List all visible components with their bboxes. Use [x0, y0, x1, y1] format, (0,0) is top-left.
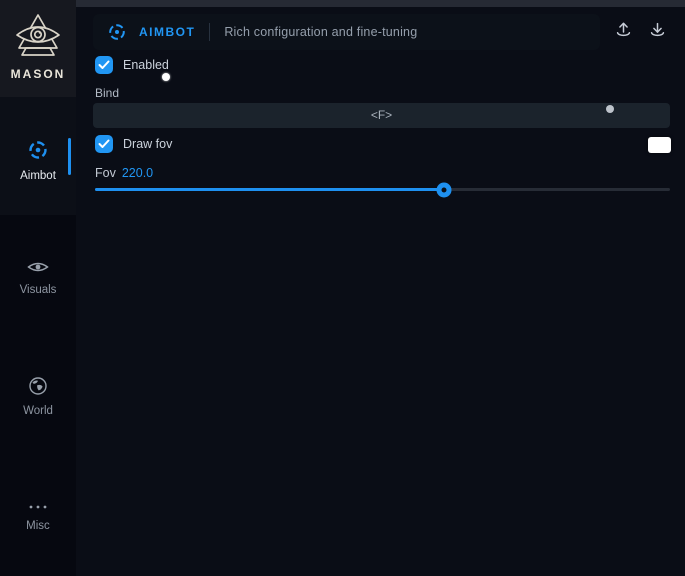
mouse-cursor-dot: [162, 73, 170, 81]
fov-slider-fill: [95, 188, 444, 191]
fov-value-row: Fov 220.0: [95, 166, 153, 180]
sidebar-item-label: Visuals: [0, 284, 76, 296]
bind-input-dot: [606, 105, 614, 113]
download-icon: [648, 20, 667, 44]
ellipsis-icon: [26, 498, 50, 515]
enabled-label: Enabled: [123, 58, 169, 72]
eye-icon: [27, 262, 49, 279]
check-icon: [98, 139, 110, 149]
bind-label: Bind: [95, 86, 119, 100]
fov-slider-handle[interactable]: [437, 182, 452, 197]
upload-config-button[interactable]: [611, 20, 635, 44]
check-icon: [98, 60, 110, 70]
fov-value: 220.0: [122, 166, 153, 180]
download-config-button[interactable]: [645, 20, 669, 44]
content-background: [76, 7, 685, 576]
sidebar-item-label: Misc: [0, 520, 76, 532]
sidebar-item-label: Aimbot: [0, 170, 76, 182]
fov-label: Fov: [95, 166, 116, 180]
draw-fov-checkbox-row[interactable]: Draw fov: [95, 135, 172, 153]
enabled-checkbox[interactable]: [95, 56, 113, 74]
crosshair-icon: [27, 148, 49, 165]
enabled-checkbox-row[interactable]: Enabled: [95, 56, 169, 74]
sidebar-item-world[interactable]: World: [0, 376, 76, 417]
mason-eye-pyramid-icon: [14, 13, 62, 64]
sidebar-item-aimbot[interactable]: Aimbot: [0, 139, 76, 182]
page-title: AIMBOT: [139, 25, 195, 39]
window-top-strip: [0, 0, 685, 7]
bind-key-input[interactable]: <F>: [93, 103, 670, 128]
header-divider: [209, 23, 210, 41]
sidebar-item-visuals[interactable]: Visuals: [0, 259, 76, 296]
logo-label: MASON: [11, 67, 66, 81]
page-subtitle: Rich configuration and fine-tuning: [224, 25, 417, 39]
sidebar-item-misc[interactable]: Misc: [0, 498, 76, 532]
crosshair-icon: [107, 22, 127, 42]
globe-icon: [28, 383, 48, 400]
draw-fov-checkbox[interactable]: [95, 135, 113, 153]
upload-icon: [614, 20, 633, 44]
draw-fov-color-swatch[interactable]: [648, 137, 671, 153]
fov-slider[interactable]: [95, 188, 670, 191]
active-nav-indicator: [68, 138, 71, 175]
logo: MASON: [0, 0, 76, 97]
sidebar-item-label: World: [0, 405, 76, 417]
section-header: AIMBOT Rich configuration and fine-tunin…: [93, 14, 600, 50]
draw-fov-label: Draw fov: [123, 137, 172, 151]
mason-window: MASON Aimbot Visuals World: [0, 0, 685, 576]
